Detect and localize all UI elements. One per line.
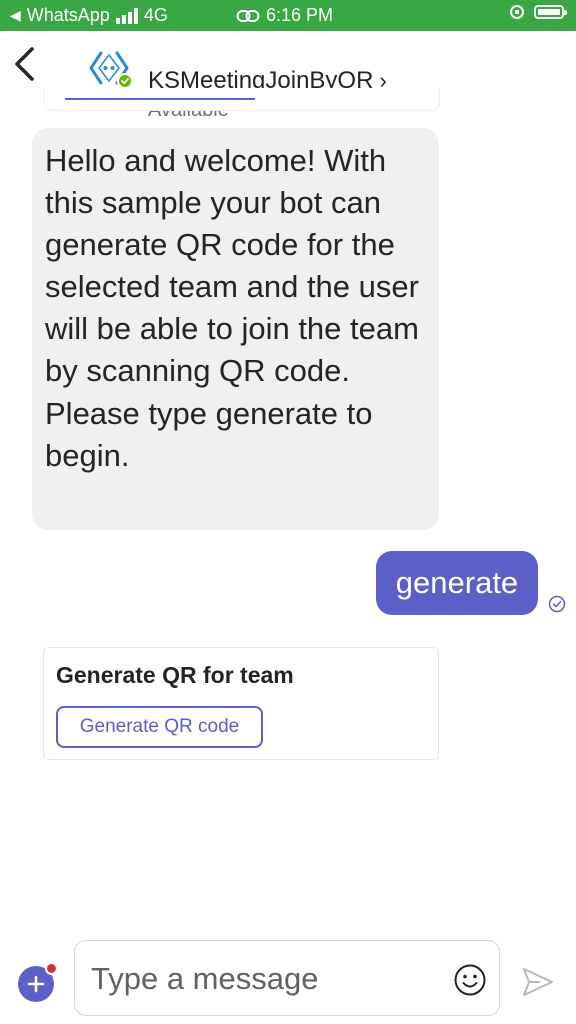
status-bar: ◀ WhatsApp 4G 6:16 PM: [0, 0, 576, 31]
previous-card: [44, 88, 440, 111]
incoming-message: Hello and welcome! With this sample your…: [32, 128, 439, 530]
compose-box[interactable]: [74, 940, 500, 1016]
network-label: 4G: [143, 5, 168, 25]
check-icon: [121, 78, 129, 84]
adaptive-card: Generate QR for team Generate QR code: [43, 647, 439, 760]
clock: 6:16 PM: [266, 5, 334, 25]
previous-card-button-edge: [65, 98, 255, 100]
notification-dot: [45, 962, 58, 975]
card-title: Generate QR for team: [56, 662, 294, 688]
presence-available-icon: [117, 73, 133, 89]
emoji-icon[interactable]: [453, 963, 487, 997]
signal-icon: [115, 7, 138, 24]
link-icon: [236, 9, 260, 22]
orientation-lock-icon: [510, 5, 524, 19]
send-icon[interactable]: [520, 964, 556, 1000]
battery-icon: [534, 5, 567, 19]
read-receipt-icon: [548, 595, 566, 613]
back-arrow-icon[interactable]: [12, 45, 42, 83]
generate-qr-code-button[interactable]: Generate QR code: [56, 706, 263, 748]
back-to-app-icon[interactable]: ◀: [10, 7, 21, 24]
back-to-app-label[interactable]: WhatsApp: [27, 5, 110, 26]
outgoing-message: generate: [376, 551, 538, 615]
message-input[interactable]: [89, 955, 443, 1003]
plus-icon: [27, 975, 45, 993]
